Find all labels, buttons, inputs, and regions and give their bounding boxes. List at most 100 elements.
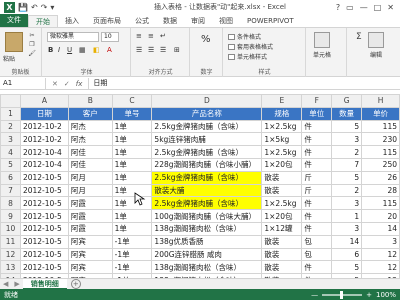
table-cell[interactable]: 斤	[301, 170, 333, 185]
table-cell[interactable]: 1×20包	[261, 209, 303, 223]
table-cell[interactable]: 2012-10-5	[19, 221, 69, 236]
align-center-icon[interactable]: ☰	[148, 46, 154, 54]
align-top-icon[interactable]: ≡	[136, 32, 142, 40]
table-cell[interactable]: 138g潮阁猪肉松（含味）	[151, 221, 263, 236]
table-cell[interactable]: 2012-10-2	[19, 119, 69, 134]
maximize-button[interactable]: □	[374, 3, 382, 12]
column-header-c[interactable]: C	[111, 94, 153, 108]
paste-icon[interactable]	[5, 32, 23, 52]
column-header-d[interactable]: D	[151, 94, 263, 108]
format-painter-icon[interactable]: 🖌	[28, 50, 36, 57]
sheet-tab-sales-detail[interactable]: 销售明细	[22, 278, 67, 290]
select-all-corner[interactable]	[0, 94, 21, 108]
table-cell[interactable]: 115	[361, 196, 400, 211]
table-cell[interactable]: 件	[301, 221, 333, 236]
cell-styles-button[interactable]: 单元格样式	[228, 52, 267, 61]
table-cell[interactable]: 2012-10-5	[19, 170, 69, 185]
editing-button[interactable]: 编辑	[368, 32, 384, 59]
table-cell[interactable]: 2012-10-5	[19, 183, 69, 198]
align-right-icon[interactable]: ☰	[160, 46, 166, 54]
percent-format-button[interactable]: %	[201, 34, 211, 45]
table-cell[interactable]: 6	[331, 247, 363, 262]
insert-function-icon[interactable]: fx	[76, 80, 83, 88]
paste-button-label[interactable]: 粘贴	[3, 54, 15, 63]
table-cell[interactable]: 阿霞	[67, 196, 113, 211]
format-as-table-button[interactable]: 套用表格格式	[228, 42, 273, 51]
add-sheet-button[interactable]: +	[70, 279, 81, 289]
column-header-e[interactable]: E	[261, 94, 303, 108]
conditional-formatting-button[interactable]: 条件格式	[228, 32, 261, 41]
table-cell[interactable]: 28	[361, 183, 400, 198]
tab-data[interactable]: 数据	[156, 15, 184, 27]
table-cell[interactable]: 阿佳	[67, 145, 113, 159]
table-cell[interactable]: 5	[331, 119, 363, 134]
table-cell[interactable]: 散装	[261, 183, 303, 198]
table-cell[interactable]: 阿霞	[67, 221, 113, 236]
redo-icon[interactable]: ↷	[41, 3, 48, 12]
zoom-out-button[interactable]: —	[311, 291, 318, 299]
table-cell[interactable]: 件	[301, 157, 333, 172]
table-cell[interactable]: 2.5kg金牌猪肉脯（含味）	[151, 119, 263, 134]
zoom-slider[interactable]	[322, 290, 363, 299]
undo-icon[interactable]: ↶	[31, 3, 38, 12]
table-cell[interactable]: 2.5kg金牌猪肉脯（含味）	[151, 145, 263, 159]
table-cell[interactable]: 件	[301, 145, 333, 159]
table-cell[interactable]: 138g优质香肠	[151, 234, 263, 249]
copy-icon[interactable]: ❐	[28, 41, 36, 48]
autosum-icon[interactable]: Σ	[356, 32, 362, 42]
table-cell[interactable]: 1×2.5kg	[261, 119, 303, 134]
table-cell[interactable]: 阿佳	[67, 157, 113, 172]
formula-input[interactable]: 日期	[88, 78, 400, 89]
row-header[interactable]: 5	[0, 157, 21, 172]
table-cell[interactable]: 1×2.5kg	[261, 196, 303, 211]
table-cell[interactable]: 阿杰	[67, 119, 113, 134]
font-color-icon[interactable]: A	[107, 46, 112, 54]
sheet-nav-left-icon[interactable]: ◀	[0, 280, 11, 288]
table-cell[interactable]: 26	[361, 170, 400, 185]
zoom-slider-knob[interactable]	[340, 290, 344, 299]
font-name-select[interactable]: 微软雅黑	[47, 32, 99, 42]
table-cell[interactable]: 1单	[111, 132, 153, 147]
row-header[interactable]: 12	[0, 247, 21, 262]
customize-qat-icon[interactable]: ▾	[50, 3, 54, 12]
column-header-g[interactable]: G	[331, 94, 363, 108]
table-cell[interactable]: 12	[361, 247, 400, 262]
row-header[interactable]: 7	[0, 183, 21, 198]
row-header[interactable]: 9	[0, 209, 21, 223]
save-icon[interactable]: 💾	[18, 3, 28, 12]
table-cell[interactable]: 件	[301, 132, 333, 147]
tab-view[interactable]: 视图	[212, 15, 240, 27]
wrap-text-icon[interactable]: ↵	[160, 32, 166, 40]
tab-formulas[interactable]: 公式	[128, 15, 156, 27]
table-cell[interactable]: 阿宾	[67, 234, 113, 249]
bold-button[interactable]: B	[48, 46, 53, 54]
table-cell[interactable]: 3	[331, 221, 363, 236]
column-header-a[interactable]: A	[19, 94, 69, 108]
table-cell[interactable]: 1单	[111, 209, 153, 223]
table-cell[interactable]: 件	[301, 260, 333, 275]
cells-button[interactable]: 单元格	[313, 32, 331, 59]
table-cell[interactable]: 2	[331, 183, 363, 198]
table-cell[interactable]: 115	[361, 145, 400, 159]
table-cell[interactable]: 斤	[301, 183, 333, 198]
zoom-in-button[interactable]: +	[366, 291, 372, 299]
table-cell[interactable]: 2012-10-5	[19, 234, 69, 249]
align-left-icon[interactable]: ☰	[136, 46, 142, 54]
table-header-cell[interactable]: 单号	[111, 106, 153, 121]
table-cell[interactable]: 散装	[261, 234, 303, 249]
tab-review[interactable]: 审阅	[184, 15, 212, 27]
table-cell[interactable]: 2.5kg金牌猪肉脯（含味）	[151, 170, 263, 185]
tab-file[interactable]: 文件	[0, 14, 28, 27]
underline-button[interactable]: U	[67, 46, 72, 54]
table-cell[interactable]: 散装大脯	[151, 183, 263, 198]
table-cell[interactable]: 阿杰	[67, 132, 113, 147]
table-cell[interactable]: 2012-10-5	[19, 260, 69, 275]
table-cell[interactable]: 阿月	[67, 183, 113, 198]
table-cell[interactable]: 1×12罐	[261, 221, 303, 236]
table-cell[interactable]: 2	[331, 145, 363, 159]
table-cell[interactable]: 200G连锌腊肠 咸肉	[151, 247, 263, 262]
table-cell[interactable]: 2012-10-4	[19, 157, 69, 172]
table-cell[interactable]: 5	[331, 260, 363, 275]
column-header-h[interactable]: H	[361, 94, 400, 108]
fill-color-icon[interactable]: ◧	[93, 46, 100, 54]
